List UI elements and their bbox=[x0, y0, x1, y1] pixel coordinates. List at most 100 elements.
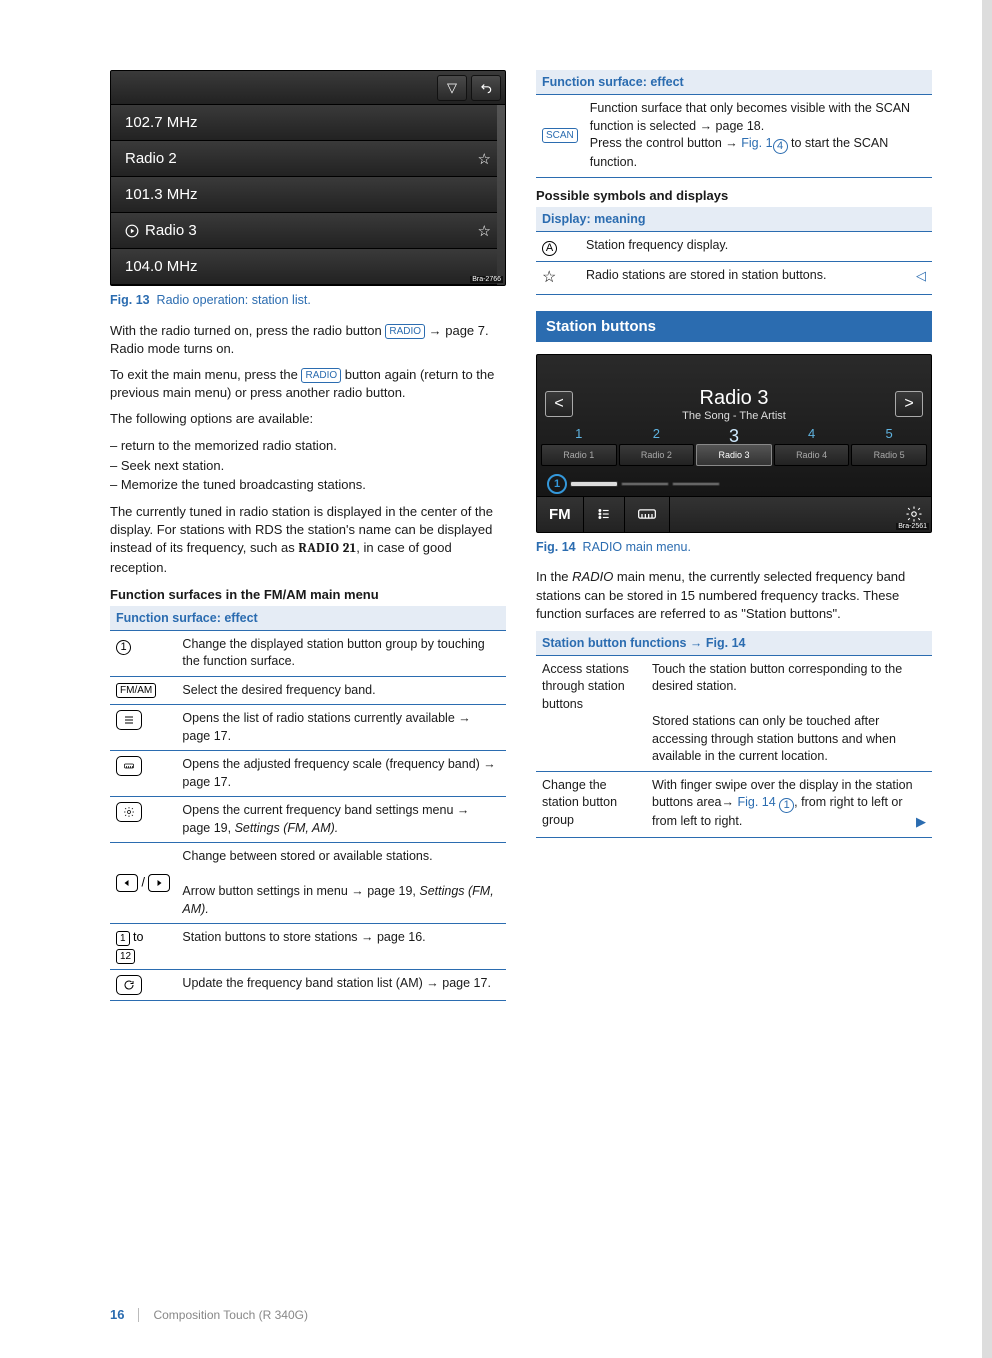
radio-key-icon: RADIO bbox=[385, 324, 425, 339]
funnel-icon[interactable]: ▽ bbox=[437, 75, 467, 101]
figure-13-screenshot: ▽ 102.7 MHz Radio 2 ☆ 101.3 MHz Radio 3 ☆… bbox=[110, 70, 506, 286]
group-dot[interactable] bbox=[672, 482, 720, 486]
page-footer: 16 Composition Touch (R 340G) bbox=[110, 1307, 308, 1322]
cell-text: With finger swipe over the display in th… bbox=[646, 771, 932, 837]
key-1-icon: 1 bbox=[116, 931, 130, 946]
station-label: Radio 3 bbox=[145, 222, 197, 239]
prev-station-button[interactable]: < bbox=[545, 391, 573, 417]
station-row[interactable]: Radio 3 ☆ bbox=[111, 213, 505, 249]
play-circle-icon bbox=[125, 224, 139, 238]
now-playing-title: Radio 3 The Song - The Artist bbox=[682, 387, 786, 422]
frequency-scale-icon[interactable] bbox=[625, 497, 670, 532]
right-column: Function surface: effect SCAN Function s… bbox=[536, 70, 932, 1001]
preset-label: Radio 3 bbox=[696, 444, 772, 466]
cell-text: Station buttons to store stations → page… bbox=[176, 924, 506, 970]
list-icon[interactable] bbox=[584, 497, 625, 532]
paragraph: With the radio turned on, press the radi… bbox=[110, 322, 506, 358]
station-name-example: RADIO 21 bbox=[298, 541, 356, 556]
table-row: Opens the list of radio stations current… bbox=[110, 705, 506, 751]
left-column: ▽ 102.7 MHz Radio 2 ☆ 101.3 MHz Radio 3 ☆… bbox=[110, 70, 506, 1001]
next-station-button[interactable]: > bbox=[895, 391, 923, 417]
radio-key-icon: RADIO bbox=[301, 368, 341, 383]
table-row: Opens the adjusted frequency scale (freq… bbox=[110, 751, 506, 797]
list-item: return to the memorized radio station. bbox=[110, 436, 506, 456]
figure-number: Fig. 13 bbox=[110, 293, 150, 307]
song-artist: The Song - The Artist bbox=[682, 410, 786, 422]
preset-num: 2 bbox=[619, 426, 695, 444]
preset-button[interactable]: 4Radio 4 bbox=[774, 426, 850, 466]
cell-text: Opens the current frequency band setting… bbox=[176, 797, 506, 843]
station-row[interactable]: 102.7 MHz bbox=[111, 105, 505, 141]
cell-text: Change the displayed station button grou… bbox=[176, 630, 506, 676]
preset-button[interactable]: 1Radio 1 bbox=[541, 426, 617, 466]
prev-arrow-icon bbox=[116, 874, 138, 892]
station-row[interactable]: Radio 2 ☆ bbox=[111, 141, 505, 177]
fm-button[interactable]: FM bbox=[537, 497, 584, 532]
table-row: Update the frequency band station list (… bbox=[110, 970, 506, 1001]
shot1-top-bar: ▽ bbox=[111, 71, 505, 105]
table-row: 1 to 12 Station buttons to store station… bbox=[110, 924, 506, 970]
section-heading: Station buttons bbox=[536, 311, 932, 342]
cell-text: Opens the list of radio stations current… bbox=[176, 705, 506, 751]
table-header: Function surface: effect bbox=[110, 606, 506, 631]
cell-text: Change between stored or available stati… bbox=[176, 843, 506, 924]
function-surfaces-table: Function surface: effect 1 Change the di… bbox=[110, 606, 506, 1002]
preset-num: 1 bbox=[541, 426, 617, 444]
preset-label: Radio 4 bbox=[774, 444, 850, 466]
image-id: Bra-2766 bbox=[470, 276, 503, 283]
station-row[interactable]: 104.0 MHz bbox=[111, 249, 505, 285]
cell-text: Opens the adjusted frequency scale (freq… bbox=[176, 751, 506, 797]
subheading: Possible symbols and displays bbox=[536, 188, 932, 203]
circled-a-icon: A bbox=[542, 241, 557, 256]
frequency-scale-icon bbox=[116, 756, 142, 776]
text: In the bbox=[536, 569, 572, 584]
station-button-functions-table: Station button functions → Fig. 14 Acces… bbox=[536, 631, 932, 838]
refresh-icon bbox=[116, 975, 142, 995]
star-icon: ☆ bbox=[478, 222, 491, 240]
scan-key-icon: SCAN bbox=[542, 128, 578, 143]
next-arrow-icon bbox=[148, 874, 170, 892]
preset-button[interactable]: 5Radio 5 bbox=[851, 426, 927, 466]
continue-icon: ▶ bbox=[916, 813, 926, 831]
preset-label: Radio 2 bbox=[619, 444, 695, 466]
table-row: SCAN Function surface that only becomes … bbox=[536, 95, 932, 178]
shot2-bottom-bar: FM bbox=[537, 496, 931, 532]
text: With the radio turned on, press the radi… bbox=[110, 323, 385, 338]
display-meaning-table: Display: meaning A Station frequency dis… bbox=[536, 207, 932, 295]
cell-name: Access stations through station buttons bbox=[536, 655, 646, 771]
cell-text: Touch the station button corresponding t… bbox=[646, 655, 932, 771]
station-label: Radio 2 bbox=[125, 150, 177, 167]
preset-button[interactable]: 3Radio 3 bbox=[696, 426, 772, 466]
preset-row: 1Radio 1 2Radio 2 3Radio 3 4Radio 4 5Rad… bbox=[537, 426, 931, 470]
back-icon[interactable] bbox=[471, 75, 501, 101]
shot2-title-bar: < Radio 3 The Song - The Artist > bbox=[537, 381, 931, 426]
gear-icon bbox=[116, 802, 142, 822]
scrollbar[interactable] bbox=[497, 105, 505, 285]
preset-label: Radio 1 bbox=[541, 444, 617, 466]
footer-title: Composition Touch (R 340G) bbox=[153, 1308, 308, 1322]
group-dot[interactable] bbox=[570, 481, 618, 487]
function-surface-continued-table: Function surface: effect SCAN Function s… bbox=[536, 70, 932, 178]
star-icon: ☆ bbox=[478, 150, 491, 168]
page: ▽ 102.7 MHz Radio 2 ☆ 101.3 MHz Radio 3 ☆… bbox=[0, 0, 992, 1358]
paragraph: The following options are available: bbox=[110, 410, 506, 428]
table-row: Opens the current frequency band setting… bbox=[110, 797, 506, 843]
station-label: 104.0 MHz bbox=[125, 258, 198, 275]
figure-text: Radio operation: station list. bbox=[157, 293, 311, 307]
list-icon bbox=[116, 710, 142, 730]
paragraph: The currently tuned in radio station is … bbox=[110, 503, 506, 577]
table-row: A Station frequency display. bbox=[536, 231, 932, 261]
group-dot[interactable] bbox=[621, 482, 669, 486]
figure-13-caption: Fig. 13 Radio operation: station list. bbox=[110, 292, 506, 310]
table-header: Display: meaning bbox=[536, 207, 932, 232]
station-label: 101.3 MHz bbox=[125, 186, 198, 203]
cell-text: Radio stations are stored in station but… bbox=[580, 261, 932, 294]
figure-14-caption: Fig. 14 RADIO main menu. bbox=[536, 539, 932, 557]
preset-button[interactable]: 2Radio 2 bbox=[619, 426, 695, 466]
station-row[interactable]: 101.3 MHz bbox=[111, 177, 505, 213]
table-header: Station button functions → Fig. 14 bbox=[536, 631, 932, 656]
cell-text: Update the frequency band station list (… bbox=[176, 970, 506, 1001]
circled-1-icon: 1 bbox=[779, 798, 794, 813]
subheading: Function surfaces in the FM/AM main menu bbox=[110, 587, 506, 602]
preset-num: 4 bbox=[774, 426, 850, 444]
